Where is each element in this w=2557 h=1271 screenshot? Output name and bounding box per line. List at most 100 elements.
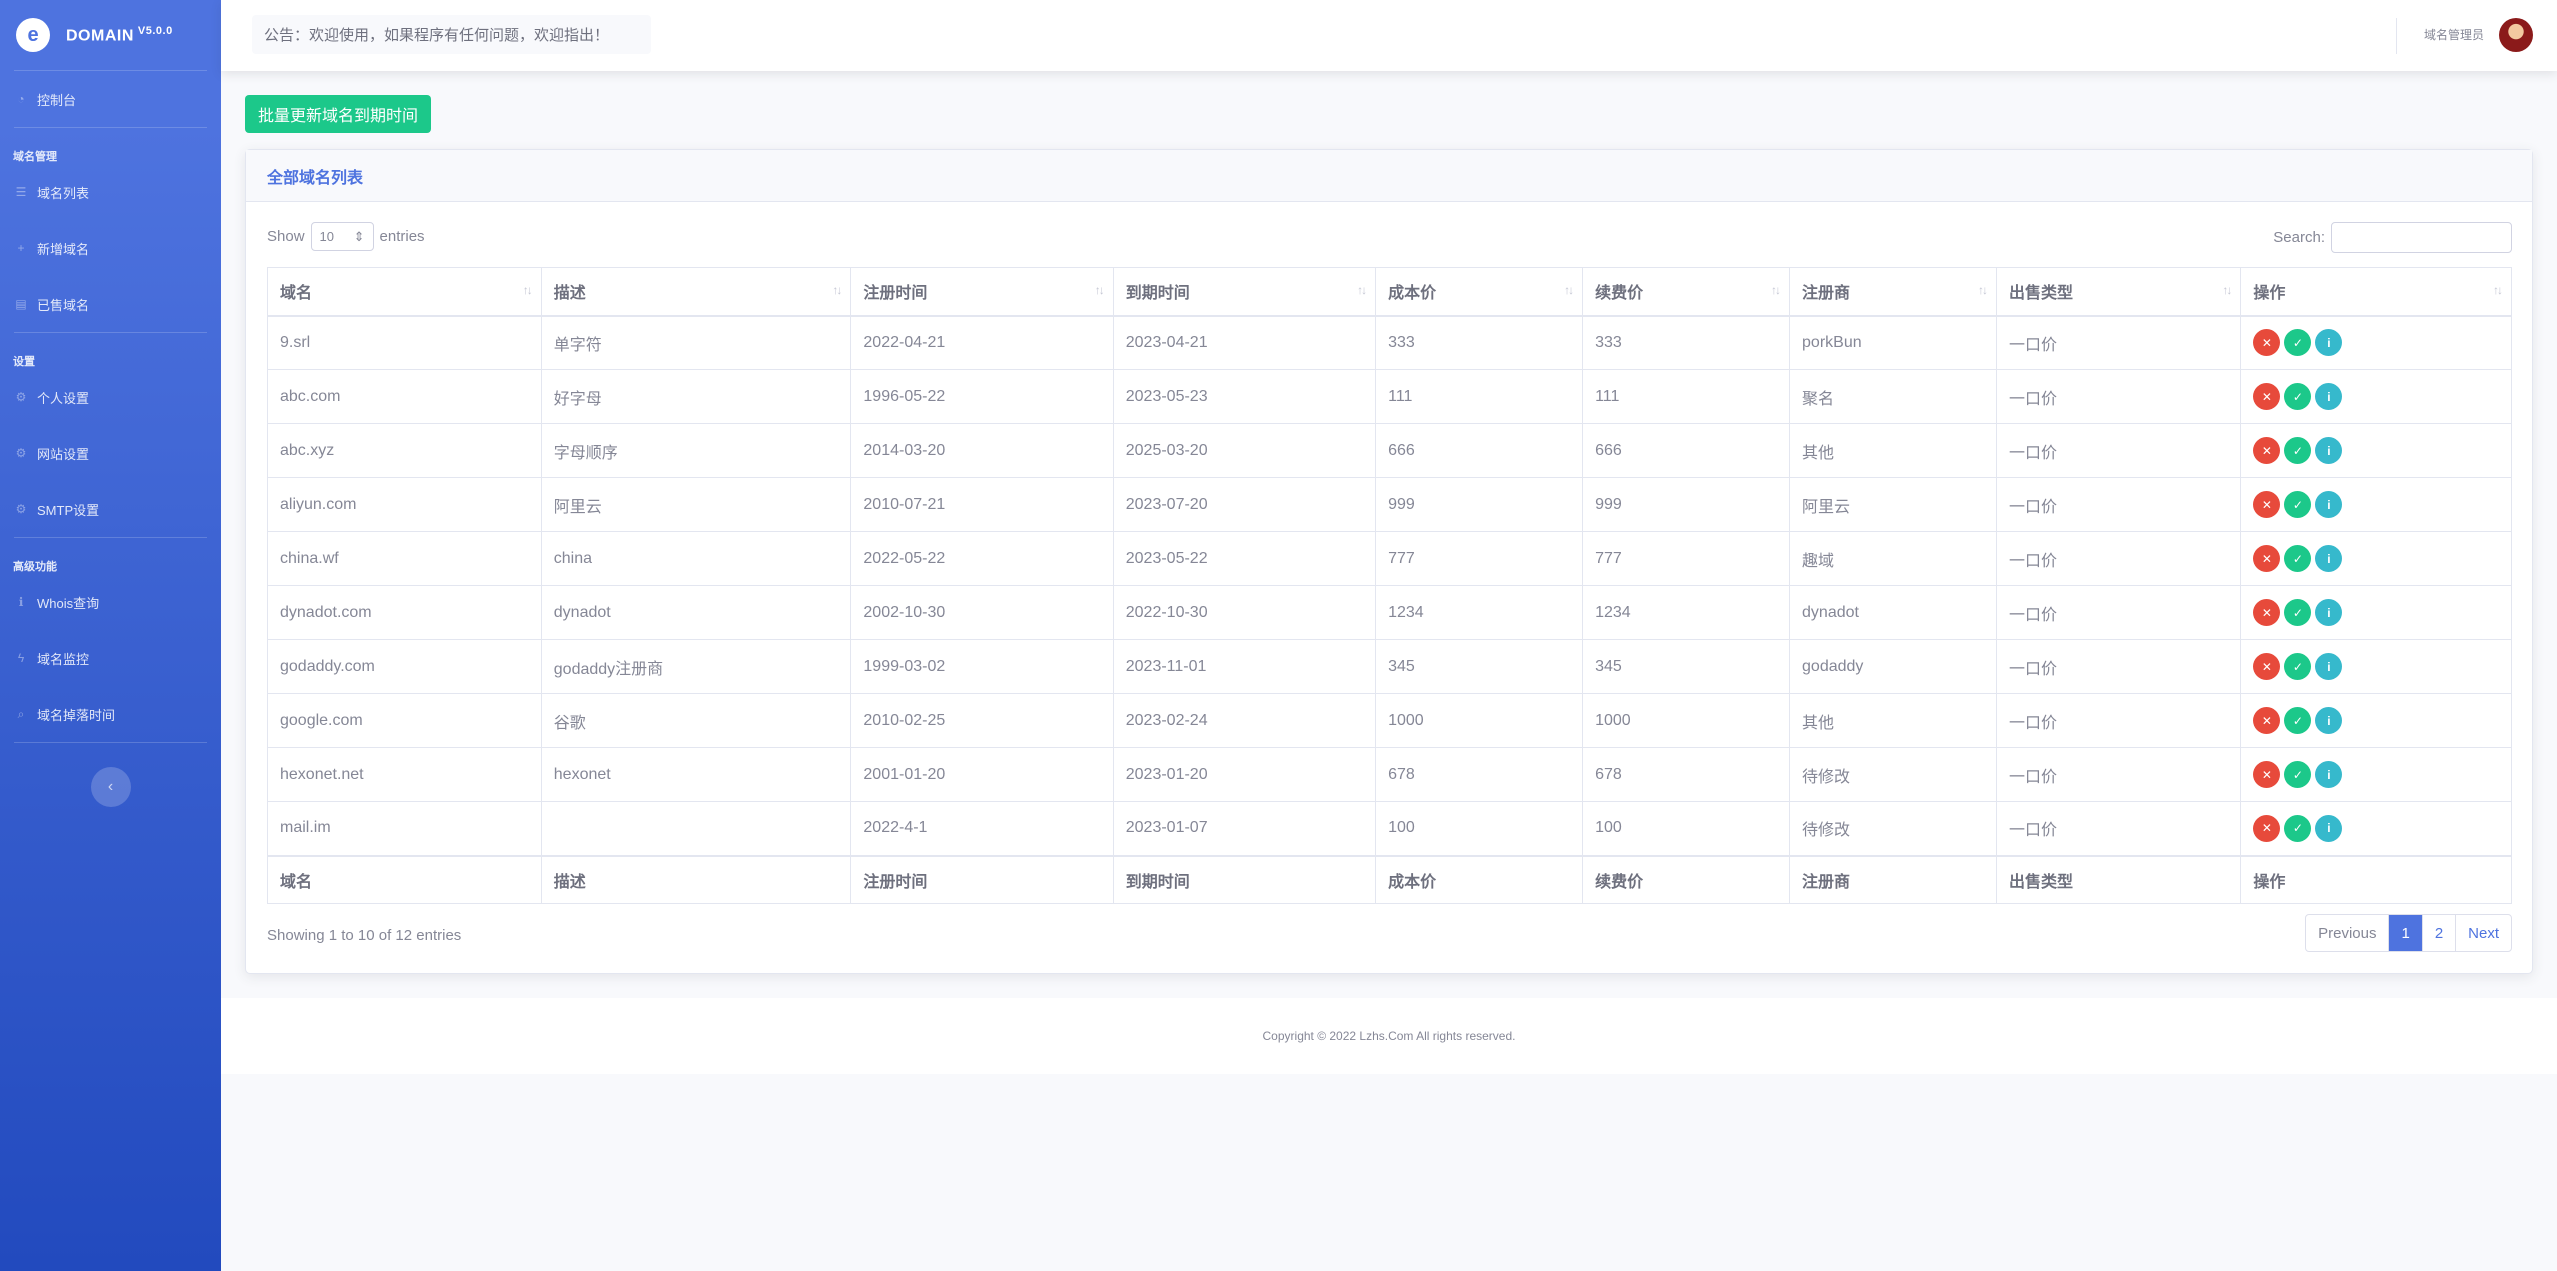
delete-button[interactable]: ✕ — [2253, 545, 2281, 572]
confirm-button[interactable]: ✓ — [2284, 437, 2312, 464]
table-cell: hexonet — [540, 747, 852, 802]
column-header[interactable]: 续费价 ↑↓ — [1582, 267, 1791, 317]
table-cell: dynadot — [1789, 585, 1997, 640]
sort-arrows-icon: ↑↓ — [2222, 283, 2232, 297]
table-cell: dynadot.com — [267, 585, 542, 640]
sidebar-item-personal-settings[interactable]: ⚙ 个人设置 — [0, 369, 221, 425]
actions-cell: ✕ ✓ i — [2240, 693, 2512, 748]
table-cell: 2023-05-22 — [1112, 531, 1377, 586]
sidebar-item-domain-list[interactable]: ☰ 域名列表 — [0, 164, 221, 220]
row-actions: ✕ ✓ i — [2253, 707, 2511, 734]
column-header[interactable]: 注册商 ↑↓ — [1789, 267, 1997, 317]
column-header-label: 到期时间 — [1125, 285, 1190, 303]
plus-icon: + — [17, 241, 25, 255]
sidebar-item-label: 域名掉落时间 — [37, 707, 116, 723]
pagination-page-2[interactable]: 2 — [2421, 915, 2455, 951]
sidebar-toggle-button[interactable]: ‹ — [90, 767, 131, 807]
table-row: abc.xyz 字母顺序 2014-03-20 2025-03-20 666 666 其他一… — [267, 423, 2512, 478]
sidebar-item-sold-domains[interactable]: ▤ 已售域名 — [0, 276, 221, 332]
sidebar-item-whois[interactable]: ℹ Whois查询 — [0, 574, 221, 630]
sidebar-item-add-domain[interactable]: + 新增域名 — [0, 220, 221, 276]
sidebar-item-dashboard[interactable]: ◔ 控制台 — [0, 71, 221, 127]
delete-button[interactable]: ✕ — [2253, 329, 2281, 357]
delete-button[interactable]: ✕ — [2253, 761, 2281, 788]
table-header-row: 域名 ↑↓ 描述 ↑↓ 注册时间 ↑↓ 到期时间 ↑↓ 成本价 ↑↓ 续费价 ↑↓ 注册商 ↑↓ 出售类型 ↑… — [267, 267, 2512, 317]
sidebar-item-drop-time[interactable]: ⌕ 域名掉落时间 — [0, 686, 221, 742]
info-button[interactable]: i — [2315, 653, 2343, 680]
row-actions: ✕ ✓ i — [2253, 545, 2511, 572]
delete-button[interactable]: ✕ — [2253, 491, 2281, 518]
delete-button[interactable]: ✕ — [2253, 707, 2281, 734]
column-header[interactable]: 到期时间 ↑↓ — [1112, 267, 1377, 317]
column-header[interactable]: 注册时间 ↑↓ — [850, 267, 1114, 317]
bulk-update-expiry-button[interactable]: 批量更新域名到期时间 — [245, 95, 431, 133]
table-cell: 1000 — [1582, 693, 1791, 748]
info-button[interactable]: i — [2315, 599, 2343, 626]
pagination-previous[interactable]: Previous — [2306, 915, 2388, 951]
confirm-button[interactable]: ✓ — [2284, 545, 2312, 572]
column-header[interactable]: 成本价 ↑↓ — [1375, 267, 1584, 317]
pagination-next[interactable]: Next — [2455, 915, 2511, 951]
user-name[interactable]: 域名管理员 — [2424, 26, 2484, 43]
info-button[interactable]: i — [2315, 383, 2343, 410]
info-button[interactable]: i — [2315, 761, 2343, 788]
delete-button[interactable]: ✕ — [2253, 383, 2281, 410]
sidebar-item-site-settings[interactable]: ⚙ 网站设置 — [0, 425, 221, 481]
confirm-button[interactable]: ✓ — [2284, 599, 2312, 626]
sort-arrows-icon: ↑↓ — [522, 283, 533, 297]
column-header-label: 操作 — [2253, 285, 2286, 303]
confirm-button[interactable]: ✓ — [2284, 491, 2312, 518]
column-header[interactable]: 域名 ↑↓ — [267, 267, 542, 317]
dashboard-icon: ◔ — [17, 92, 25, 106]
table-cell — [540, 801, 852, 856]
column-header[interactable]: 出售类型 ↑↓ — [1995, 267, 2242, 317]
table-cell: 待修改 — [1789, 747, 1997, 802]
table-cell: godaddy注册商 — [540, 639, 852, 694]
pagination-page-1[interactable]: 1 — [2388, 915, 2422, 951]
table-cell: 2010-02-25 — [850, 693, 1114, 748]
column-header[interactable]: 描述 ↑↓ — [540, 267, 852, 317]
table-cell: 其他 — [1789, 423, 1997, 478]
table-row: aliyun.com 阿里云 2010-07-21 2023-07-20 999 999 阿… — [267, 477, 2512, 532]
confirm-button[interactable]: ✓ — [2284, 383, 2312, 410]
sidebar-item-label: 控制台 — [37, 92, 77, 108]
delete-button[interactable]: ✕ — [2253, 599, 2281, 626]
avatar[interactable] — [2499, 18, 2533, 52]
sidebar-item-monitor[interactable]: ϟ 域名监控 — [0, 630, 221, 686]
table-cell: 一口价 — [1995, 315, 2242, 370]
row-actions: ✕ ✓ i — [2253, 599, 2511, 626]
topbar-divider — [2396, 18, 2397, 54]
table-cell: 一口价 — [1995, 801, 2242, 856]
info-button[interactable]: i — [2315, 814, 2343, 842]
table-row: dynadot.com dynadot 2002-10-30 2022-10-30 12… — [267, 585, 2512, 640]
actions-cell: ✕ ✓ i — [2240, 369, 2512, 424]
confirm-button[interactable]: ✓ — [2284, 329, 2312, 357]
table-cell: 777 — [1375, 531, 1584, 586]
column-header[interactable]: 操作 ↑↓ — [2240, 267, 2512, 317]
delete-button[interactable]: ✕ — [2253, 653, 2281, 680]
table-cell: china.wf — [267, 531, 542, 586]
info-button[interactable]: i — [2315, 491, 2343, 518]
info-button[interactable]: i — [2315, 707, 2343, 734]
sidebar-item-label: SMTP设置 — [37, 502, 100, 518]
info-button[interactable]: i — [2315, 437, 2343, 464]
delete-button[interactable]: ✕ — [2253, 814, 2281, 842]
sort-arrows-icon: ↑↓ — [1977, 283, 1988, 297]
column-footer: 注册商 — [1789, 854, 1997, 904]
column-footer: 注册时间 — [850, 854, 1114, 904]
confirm-button[interactable]: ✓ — [2284, 814, 2312, 842]
search-input[interactable] — [2331, 222, 2512, 253]
sidebar-item-smtp-settings[interactable]: ⚙ SMTP设置 — [0, 481, 221, 537]
info-button[interactable]: i — [2315, 329, 2343, 357]
sidebar: e DOMAIN V5.0.0 ◔ 控制台 域名管理 ☰ 域名列表 + 新增域名 … — [0, 0, 221, 1271]
info-button[interactable]: i — [2315, 545, 2343, 572]
entries-per-page-select[interactable]: 10 ⇕ — [310, 222, 374, 251]
table-row: google.com 谷歌 2010-02-25 2023-02-24 1000 1000… — [267, 693, 2512, 748]
confirm-button[interactable]: ✓ — [2284, 707, 2312, 734]
confirm-button[interactable]: ✓ — [2284, 761, 2312, 788]
delete-button[interactable]: ✕ — [2253, 437, 2281, 464]
confirm-button[interactable]: ✓ — [2284, 653, 2312, 680]
sidebar-section-title: 高级功能 — [13, 561, 57, 573]
brand[interactable]: e DOMAIN V5.0.0 — [0, 0, 221, 70]
search-label: Search: — [2273, 229, 2325, 246]
